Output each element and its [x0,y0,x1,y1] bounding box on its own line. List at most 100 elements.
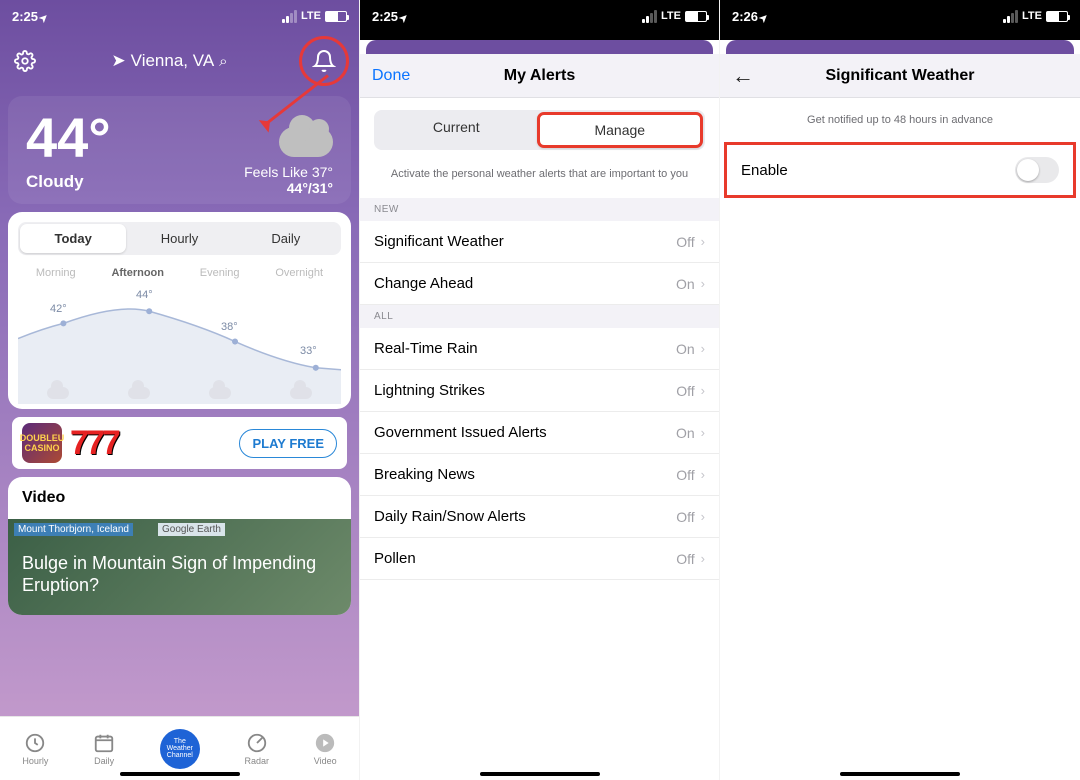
cloud-icon [47,387,69,399]
alert-label: Daily Rain/Snow Alerts [374,508,526,525]
tab-current[interactable]: Current [376,112,537,148]
chart-label-2: 38° [221,321,238,333]
helper-text: Activate the personal weather alerts tha… [360,162,719,198]
ad-sevens: 777 [70,424,118,463]
carrier-label: LTE [301,10,321,22]
alert-row[interactable]: Significant Weather Off › [360,221,719,263]
page-title: Significant Weather [825,67,974,85]
alert-row[interactable]: Daily Rain/Snow Alerts Off › [360,496,719,538]
nav-radar[interactable]: Radar [245,732,270,766]
nav-daily[interactable]: Daily [93,732,115,766]
battery-icon [1046,11,1068,22]
forecast-tabs: Today Hourly Daily [18,222,341,255]
status-bar: 2:26 LTE [720,0,1080,28]
alert-row[interactable]: Real-Time Rain On › [360,328,719,370]
enable-row[interactable]: Enable [724,142,1076,198]
alert-value: Off [676,234,694,250]
nav-home[interactable]: The Weather Channel [160,729,200,769]
alert-value: On [676,425,695,441]
nav-header: ← Significant Weather [720,54,1080,98]
location-label: Vienna, VA [131,51,215,71]
signal-icon [1003,10,1018,23]
chevron-right-icon: › [701,234,705,249]
dayparts: Morning Afternoon Evening Overnight [18,267,341,279]
video-source-tag: Google Earth [158,523,225,536]
nav-header: Done My Alerts [360,54,719,98]
part-morning[interactable]: Morning [36,267,76,279]
temp-chart: 42° 44° 38° 33° [18,283,341,403]
home-indicator[interactable] [840,772,960,776]
carrier-label: LTE [661,10,681,22]
logo-icon: The Weather Channel [160,729,200,769]
chevron-right-icon: › [701,383,705,398]
alert-value: Off [676,509,694,525]
alert-label: Significant Weather [374,233,504,250]
page-title: My Alerts [504,67,575,85]
cloud-icon [279,127,333,157]
forecast-card: Today Hourly Daily Morning Afternoon Eve… [8,212,351,409]
nav-hourly[interactable]: Hourly [22,732,48,766]
alert-value: On [676,276,695,292]
part-afternoon[interactable]: Afternoon [111,267,164,279]
calendar-icon [93,732,115,754]
tab-manage[interactable]: Manage [537,112,704,148]
cloud-icon [290,387,312,399]
alert-value: On [676,341,695,357]
play-free-button[interactable]: PLAY FREE [239,429,337,458]
alert-value: Off [676,551,694,567]
section-new: NEW [360,198,719,221]
home-indicator[interactable] [120,772,240,776]
alert-label: Lightning Strikes [374,382,485,399]
done-button[interactable]: Done [372,67,410,85]
ad-banner[interactable]: DOUBLEU CASINO 777 PLAY FREE [12,417,347,469]
current-conditions-card[interactable]: 44° Cloudy Feels Like 37° 44°/31° [8,96,351,204]
clock-icon [24,732,46,754]
tab-daily[interactable]: Daily [233,224,339,253]
home-indicator[interactable] [480,772,600,776]
location-button[interactable]: ➤ Vienna, VA ⌕ [111,51,227,71]
hilo-label: 44°/31° [244,180,333,196]
purple-peek [726,40,1074,54]
alert-label: Pollen [374,550,416,567]
tab-today[interactable]: Today [20,224,126,253]
part-evening[interactable]: Evening [200,267,240,279]
alert-row[interactable]: Lightning Strikes Off › [360,370,719,412]
alert-value: Off [676,383,694,399]
tab-hourly[interactable]: Hourly [126,224,232,253]
chevron-right-icon: › [701,276,705,291]
chevron-right-icon: › [701,467,705,482]
alert-row[interactable]: Government Issued AlertsOn› [360,412,719,454]
enable-toggle[interactable] [1015,157,1059,183]
status-time: 2:26 [732,9,758,24]
signal-icon [282,10,297,23]
gear-icon[interactable] [14,50,36,72]
alert-label: Real-Time Rain [374,340,478,357]
alert-row[interactable]: PollenOff› [360,538,719,580]
chevron-right-icon: › [701,509,705,524]
battery-icon [685,11,707,22]
status-time: 2:25 [372,9,398,24]
alert-label: Government Issued Alerts [374,424,547,441]
back-button[interactable]: ← [732,63,754,89]
video-card[interactable]: Video Mount Thorbjorn, Iceland Google Ea… [8,477,351,615]
nav-video[interactable]: Video [314,732,337,766]
video-tag: Mount Thorbjorn, Iceland [14,523,133,536]
purple-peek [366,40,713,54]
feels-like-label: Feels Like 37° [244,164,333,180]
radar-icon [246,732,268,754]
current-temp: 44° [26,110,111,166]
part-overnight[interactable]: Overnight [275,267,323,279]
location-arrow-icon: ➤ [111,51,125,71]
enable-label: Enable [741,162,788,179]
signal-icon [642,10,657,23]
bottom-nav: Hourly Daily The Weather Channel Radar V… [0,716,359,780]
play-icon [314,732,336,754]
alert-row[interactable]: Change AheadOn› [360,263,719,305]
chevron-right-icon: › [701,341,705,356]
cloud-icon [128,387,150,399]
search-icon[interactable]: ⌕ [219,53,227,70]
status-bar: 2:25 LTE [0,0,359,28]
chart-label-3: 33° [300,345,317,357]
alert-label: Breaking News [374,466,475,483]
alert-row[interactable]: Breaking NewsOff› [360,454,719,496]
